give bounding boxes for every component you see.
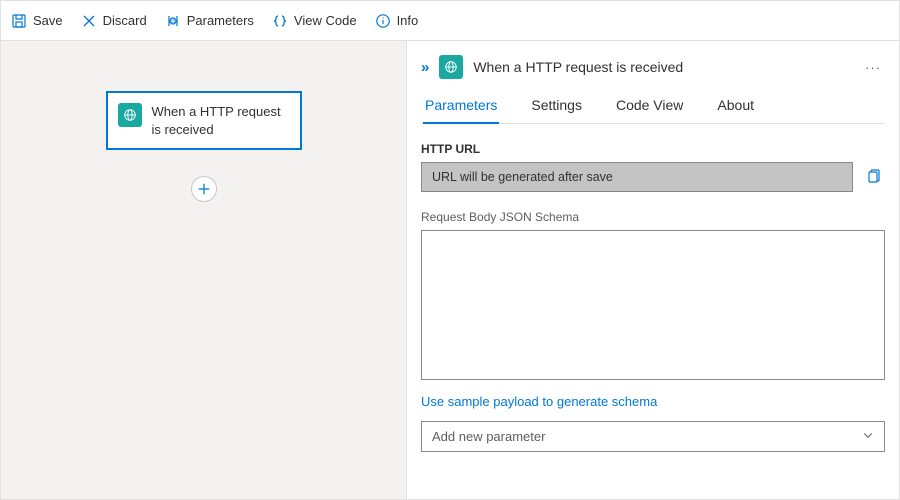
more-menu-button[interactable]: ··· (861, 58, 885, 77)
designer-canvas[interactable]: When a HTTP request is received (1, 41, 406, 499)
view-code-label: View Code (294, 13, 357, 28)
tab-code-view[interactable]: Code View (614, 89, 685, 123)
toolbar: Save Discard @ Parameters View Code Info (1, 1, 899, 41)
info-label: Info (397, 13, 419, 28)
tab-parameters[interactable]: Parameters (423, 89, 499, 123)
schema-label: Request Body JSON Schema (421, 210, 885, 224)
parameters-icon: @ (165, 13, 181, 29)
http-url-row: URL will be generated after save (421, 162, 885, 192)
discard-button[interactable]: Discard (81, 13, 147, 29)
save-label: Save (33, 13, 63, 28)
trigger-node-label: When a HTTP request is received (152, 103, 290, 138)
info-icon (375, 13, 391, 29)
add-step-button[interactable] (191, 176, 217, 202)
tab-settings[interactable]: Settings (529, 89, 584, 123)
copy-url-button[interactable] (863, 162, 885, 192)
use-sample-payload-link[interactable]: Use sample payload to generate schema (421, 394, 885, 409)
view-code-button[interactable]: View Code (272, 13, 357, 29)
add-parameter-dropdown[interactable]: Add new parameter (421, 421, 885, 452)
tab-about[interactable]: About (715, 89, 756, 123)
trigger-node[interactable]: When a HTTP request is received (106, 91, 302, 150)
main: When a HTTP request is received » When a… (1, 41, 899, 499)
parameters-label: Parameters (187, 13, 254, 28)
http-request-icon (118, 103, 142, 127)
save-button[interactable]: Save (11, 13, 63, 29)
panel-tabs: Parameters Settings Code View About (421, 89, 885, 124)
panel-title: When a HTTP request is received (473, 59, 851, 75)
panel-header: » When a HTTP request is received ··· (421, 51, 885, 89)
http-request-icon (439, 55, 463, 79)
collapse-panel-button[interactable]: » (421, 59, 429, 76)
http-url-field: URL will be generated after save (421, 162, 853, 192)
code-icon (272, 13, 288, 29)
info-button[interactable]: Info (375, 13, 419, 29)
svg-text:@: @ (169, 18, 176, 25)
chevron-down-icon (862, 429, 874, 444)
schema-textarea[interactable] (421, 230, 885, 380)
http-url-label: HTTP URL (421, 142, 885, 156)
add-parameter-placeholder: Add new parameter (432, 429, 545, 444)
details-panel: » When a HTTP request is received ··· Pa… (406, 41, 899, 499)
discard-label: Discard (103, 13, 147, 28)
discard-icon (81, 13, 97, 29)
parameters-button[interactable]: @ Parameters (165, 13, 254, 29)
panel-body: HTTP URL URL will be generated after sav… (421, 124, 885, 487)
save-icon (11, 13, 27, 29)
